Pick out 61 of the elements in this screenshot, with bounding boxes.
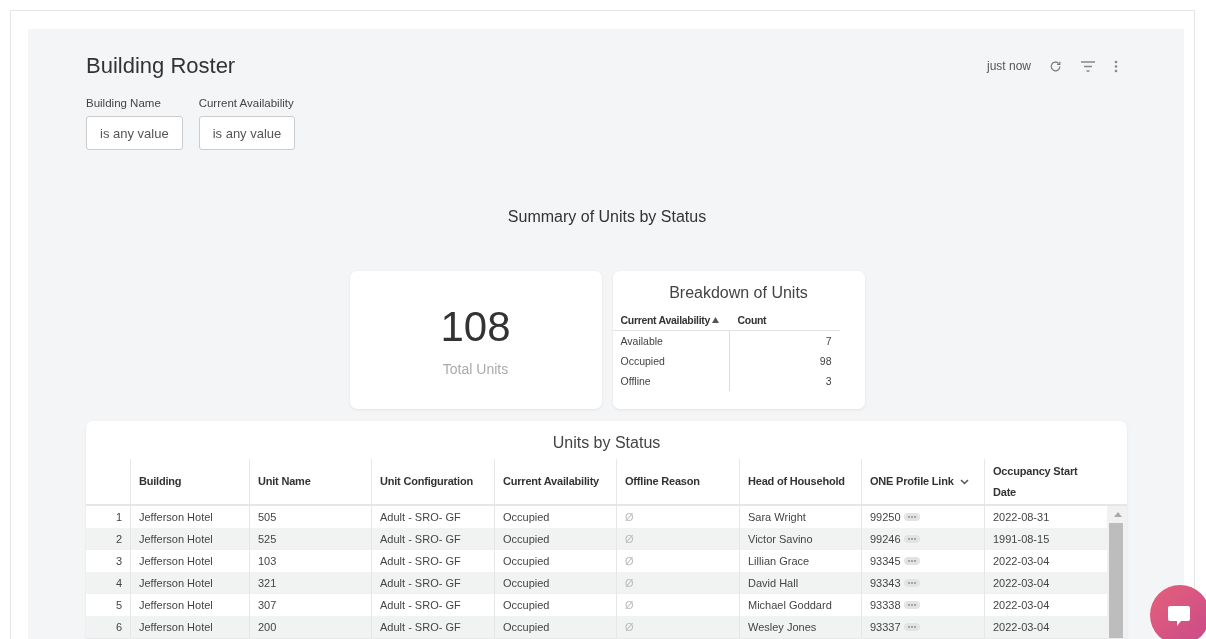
table-cell: 200 [249, 616, 371, 638]
table-cell-text: 7 [824, 334, 833, 349]
table-cell: David Hall [739, 572, 861, 594]
chat-button[interactable] [1150, 585, 1206, 639]
profile-link[interactable]: 93345 [870, 550, 901, 572]
table-cell: 525 [249, 528, 371, 550]
table-cell: Adult - SRO- GF [371, 572, 494, 594]
more-pill-icon[interactable] [903, 535, 920, 543]
table-cell: Jefferson Hotel [130, 616, 249, 638]
table-cell: Offline [612, 371, 730, 391]
table-cell: 1991-08-15 [984, 528, 1107, 550]
more-pill-icon[interactable] [903, 623, 920, 631]
table-cell: Occupied [494, 528, 616, 550]
card-title: Breakdown of Units [668, 283, 809, 302]
row-number: 6 [86, 616, 130, 638]
column-header[interactable]: Count [729, 310, 840, 331]
section-title: Summary of Units by Status [506, 208, 708, 226]
table-title: Units by Status [551, 433, 662, 453]
profile-link[interactable]: 93337 [870, 616, 901, 638]
refresh-icon[interactable] [1049, 59, 1062, 73]
more-pill-icon[interactable] [903, 557, 920, 565]
table-cell: Adult - SRO- GF [371, 528, 494, 550]
scrollbar[interactable] [1107, 506, 1127, 638]
table-cell: Available [612, 331, 730, 351]
profile-link[interactable]: 93338 [870, 594, 901, 616]
total-value: 108 [440, 303, 511, 351]
row-number: 2 [86, 528, 130, 550]
table-cell: 2022-03-04 [984, 572, 1107, 594]
table-cell-text: 3 [824, 374, 833, 389]
row-number: 4 [86, 572, 130, 594]
profile-link[interactable]: 99246 [870, 528, 901, 550]
table-cell: Jefferson Hotel [130, 528, 249, 550]
table-cell: Occupied [494, 616, 616, 638]
filter-label: Building Name [86, 97, 162, 109]
table-cell: 321 [249, 572, 371, 594]
more-pill-icon[interactable] [903, 513, 920, 521]
last-updated: just now [986, 59, 1031, 73]
table-cell: Jefferson Hotel [130, 572, 249, 594]
total-label: Total Units [442, 361, 509, 377]
profile-link[interactable]: 99250 [870, 506, 901, 528]
more-pill-icon[interactable] [903, 601, 920, 609]
scroll-thumb[interactable] [1109, 523, 1123, 638]
table-cell: Adult - SRO- GF [371, 616, 494, 638]
table-cell: 2022-03-04 [984, 616, 1107, 638]
column-header[interactable]: Current Availability [612, 310, 730, 331]
sort-up-icon [712, 317, 719, 323]
table-cell: Victor Savino [739, 528, 861, 550]
dashboard-title: Building Roster [86, 53, 236, 79]
table-cell-text: 98 [818, 354, 833, 369]
chevron-down-icon [959, 478, 969, 485]
scroll-up-icon[interactable] [1114, 512, 1122, 517]
table-cell: Occupied [612, 351, 730, 371]
filter-button[interactable]: is any value [198, 116, 296, 150]
filter-button[interactable]: is any value [86, 116, 183, 150]
table-cell: Occupied [494, 572, 616, 594]
more-pill-icon[interactable] [903, 579, 920, 587]
more-vertical-icon[interactable] [1114, 59, 1118, 73]
profile-link[interactable]: 93343 [870, 572, 901, 594]
filter-label: Current Availability [198, 97, 295, 109]
table-cell: Wesley Jones [739, 616, 861, 638]
filter-icon[interactable] [1080, 60, 1096, 72]
